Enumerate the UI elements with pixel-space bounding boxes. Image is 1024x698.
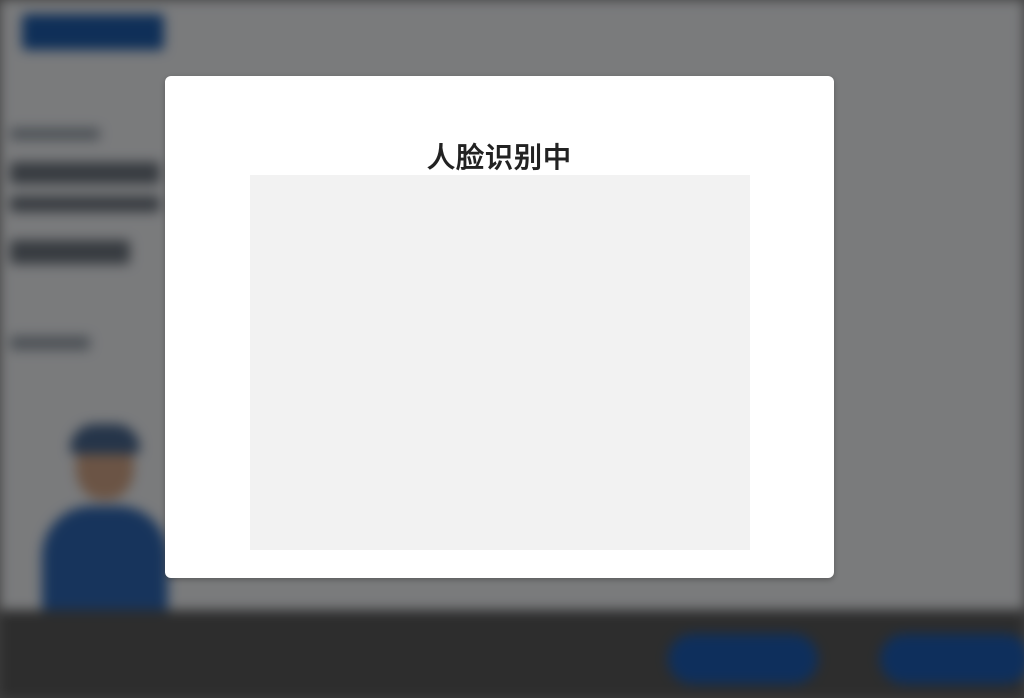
dialog-title: 人脸识别中 bbox=[426, 141, 572, 174]
face-recognition-dialog: 人脸识别中 bbox=[165, 76, 834, 578]
camera-preview bbox=[250, 175, 750, 550]
